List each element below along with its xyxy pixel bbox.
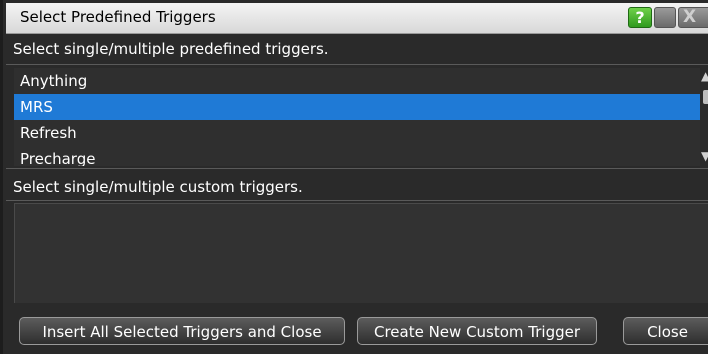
divider: [6, 200, 708, 201]
predefined-list-scrollbar[interactable]: ▲ ▼: [701, 68, 708, 166]
close-icon: X: [683, 7, 697, 27]
select-predefined-triggers-dialog: Select Predefined Triggers ? X Select si…: [0, 0, 708, 354]
title-bar[interactable]: Select Predefined Triggers ? X: [6, 3, 708, 34]
scroll-up-icon[interactable]: ▲: [701, 70, 708, 82]
list-item-precharge[interactable]: Precharge: [14, 146, 700, 166]
scroll-down-icon[interactable]: ▼: [701, 150, 708, 162]
close-button[interactable]: Close: [623, 317, 708, 345]
list-item-refresh[interactable]: Refresh: [14, 120, 700, 146]
help-button[interactable]: ?: [628, 7, 652, 28]
list-item-anything[interactable]: Anything: [14, 68, 700, 94]
divider: [6, 168, 708, 169]
predefined-triggers-list[interactable]: Anything MRS Refresh Precharge: [14, 68, 700, 166]
predefined-triggers-label: Select single/multiple predefined trigge…: [13, 40, 329, 58]
minimize-button[interactable]: [654, 7, 676, 28]
create-new-custom-trigger-button[interactable]: Create New Custom Trigger: [357, 317, 597, 345]
divider: [6, 64, 708, 65]
scroll-thumb[interactable]: [703, 90, 708, 104]
list-item-mrs[interactable]: MRS: [14, 94, 700, 120]
help-icon: ?: [635, 8, 645, 27]
insert-all-selected-triggers-button[interactable]: Insert All Selected Triggers and Close: [19, 317, 345, 345]
custom-triggers-label: Select single/multiple custom triggers.: [13, 178, 303, 196]
window-close-button[interactable]: X: [678, 7, 708, 28]
window-title: Select Predefined Triggers: [20, 8, 216, 26]
custom-triggers-list[interactable]: [14, 203, 708, 303]
